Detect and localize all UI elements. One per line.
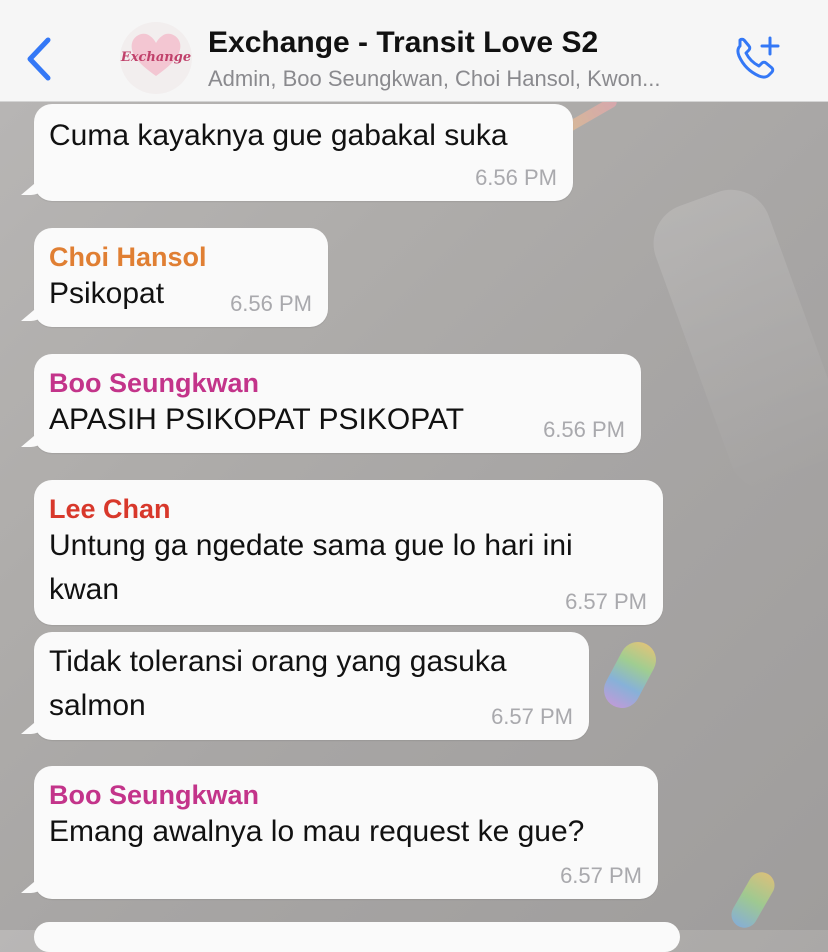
message-text: Emang awalnya lo mau request ke gue? (49, 815, 585, 848)
message-bubble[interactable]: Tidak toleransi orang yang gasuka salmon… (34, 632, 589, 740)
message-bubble[interactable]: Cuma kayaknya gue gabakal suka 6.56 PM (34, 104, 573, 201)
sender-name[interactable]: Choi Hansol (49, 242, 313, 272)
message-time: 6.57 PM (491, 704, 573, 729)
group-avatar[interactable]: Exchange (120, 22, 192, 94)
message-time: 6.57 PM (560, 863, 642, 888)
message-bubble[interactable]: Boo Seungkwan APASIH PSIKOPAT PSIKOPAT 6… (34, 354, 641, 453)
chevron-left-icon (27, 37, 51, 81)
message-text: Cuma kayaknya gue gabakal suka (49, 119, 508, 152)
message-bubble[interactable]: Lee Chan Untung ga ngedate sama gue lo h… (34, 480, 663, 625)
message-text: Untung ga ngedate sama gue lo hari ini k… (49, 529, 573, 606)
light-streak (642, 178, 828, 502)
message-time: 6.56 PM (475, 165, 557, 190)
sender-name[interactable]: Lee Chan (49, 494, 648, 524)
light-streak (597, 635, 663, 715)
message-bubble[interactable]: Boo Seungkwan Emang awalnya lo mau reque… (34, 766, 658, 899)
avatar-logo-text: Exchange (120, 50, 192, 65)
message-time: 6.57 PM (565, 589, 647, 614)
message-time: 6.56 PM (543, 417, 625, 442)
back-button[interactable] (22, 36, 58, 82)
chat-header: Exchange Exchange - Transit Love S2 Admi… (0, 0, 828, 102)
message-time: 6.56 PM (230, 291, 312, 316)
sender-name[interactable]: Boo Seungkwan (49, 780, 643, 810)
light-streak (726, 867, 780, 933)
chat-title[interactable]: Exchange - Transit Love S2 (208, 26, 598, 60)
phone-plus-icon (736, 36, 780, 79)
sender-name[interactable]: Boo Seungkwan (49, 368, 626, 398)
message-text: APASIH PSIKOPAT PSIKOPAT (49, 403, 465, 436)
message-bubble[interactable]: Choi Hansol Psikopat 6.56 PM (34, 228, 328, 327)
group-members[interactable]: Admin, Boo Seungkwan, Choi Hansol, Kwon.… (208, 66, 728, 92)
message-bubble-partial[interactable] (34, 922, 680, 952)
add-call-button[interactable] (732, 36, 782, 82)
